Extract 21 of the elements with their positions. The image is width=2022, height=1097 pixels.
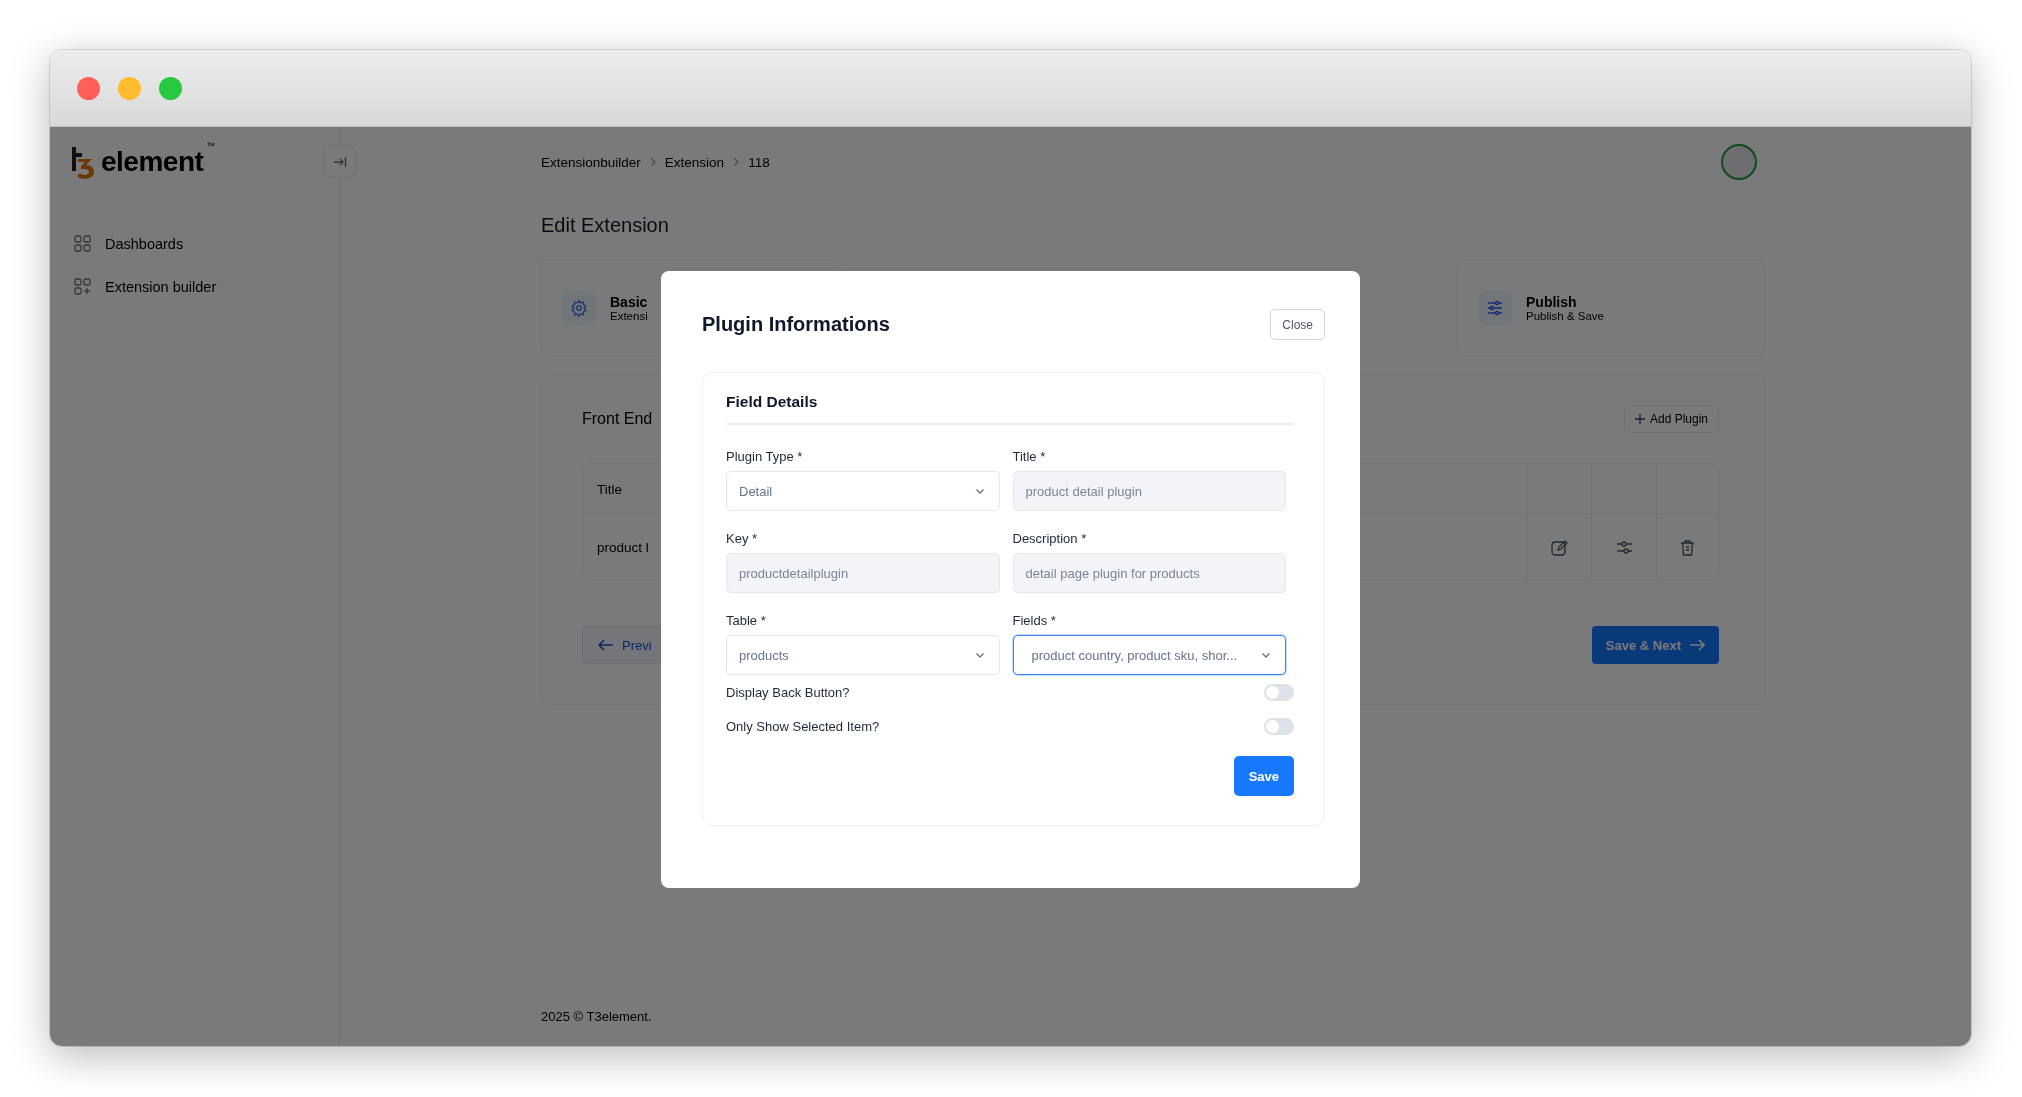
toggle-label: Only Show Selected Item?: [726, 718, 880, 734]
table-cell: product l: [597, 540, 649, 555]
field-label: Plugin Type *: [726, 449, 804, 464]
field-label: Table *: [726, 613, 767, 628]
field-label: Title *: [1012, 449, 1047, 464]
dialog-title: Plugin Informations: [702, 313, 890, 336]
page-title: Edit Extension: [541, 214, 670, 237]
column-header: Title: [597, 481, 622, 497]
step-title: Basic: [610, 293, 648, 310]
logo-text: element: [101, 146, 204, 178]
trademark-sign: ™: [206, 141, 216, 151]
section-title: Field Details: [726, 393, 1294, 425]
step-title: Publish: [1526, 293, 1578, 310]
toggle-label: Display Back Button?: [726, 684, 850, 700]
step-subtitle: Extensi: [610, 309, 648, 322]
field-label: Fields *: [1012, 613, 1057, 628]
footer-text: 2025 © T3element.: [541, 1009, 653, 1026]
field-label: Key *: [726, 531, 759, 546]
section-title: Front End: [582, 410, 653, 428]
step-subtitle: Publish & Save: [1526, 309, 1604, 322]
field-label: Description *: [1012, 531, 1088, 546]
